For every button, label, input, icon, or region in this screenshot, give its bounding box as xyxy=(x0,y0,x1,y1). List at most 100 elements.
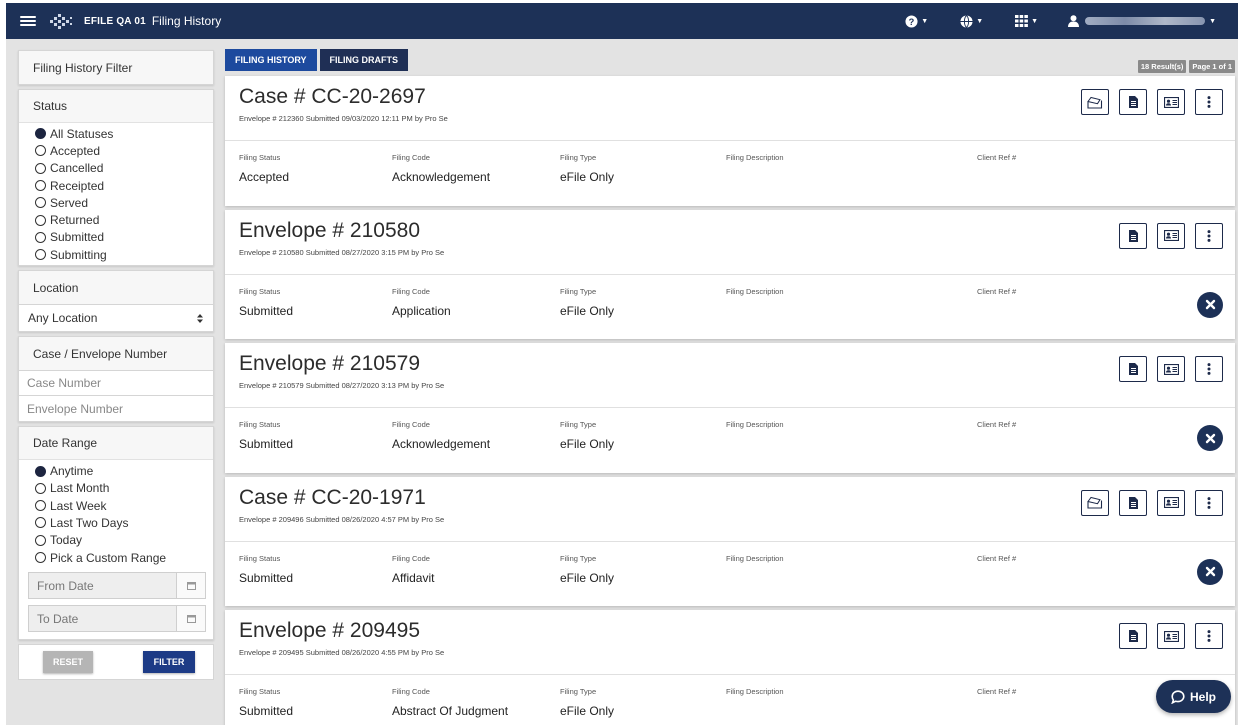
filing-type-field: Filing Type eFile Only xyxy=(560,287,614,318)
filing-title[interactable]: Envelope # 209495 xyxy=(239,619,1235,643)
radio-button[interactable] xyxy=(35,552,46,563)
field-label: Filing Code xyxy=(392,687,430,696)
reset-button[interactable]: RESET xyxy=(43,651,93,674)
more-actions-button[interactable] xyxy=(1195,623,1223,649)
results-summary: 18 Result(s) Page 1 of 1 xyxy=(1137,60,1235,73)
filing-card: Case # CC-20-1971 Envelope # 209496 Submi… xyxy=(225,476,1235,606)
location-select[interactable]: Any Location xyxy=(19,304,213,331)
date-range-option[interactable]: Pick a Custom Range xyxy=(35,549,213,566)
date-range-option[interactable]: Last Month xyxy=(35,480,213,497)
date-range-filter-panel: Date Range Anytime Last Month Last Week Las… xyxy=(18,426,214,641)
to-date-calendar-button[interactable] xyxy=(177,605,206,633)
from-date-calendar-button[interactable] xyxy=(177,572,206,600)
cancel-filing-button[interactable] xyxy=(1197,291,1223,318)
grid-icon xyxy=(1015,15,1029,27)
status-option[interactable]: All Statuses xyxy=(35,125,213,142)
view-case-button[interactable] xyxy=(1081,489,1109,516)
radio-button[interactable] xyxy=(35,534,46,546)
from-date-picker: From Date xyxy=(28,572,206,600)
radio-button[interactable] xyxy=(35,128,46,140)
view-documents-button[interactable] xyxy=(1119,489,1147,516)
user-menu-button[interactable]: ▼ xyxy=(1068,15,1216,27)
radio-button[interactable] xyxy=(35,145,46,157)
tab-filing-history[interactable]: FILING HISTORY xyxy=(225,49,317,71)
radio-button[interactable] xyxy=(35,500,46,512)
from-date-input[interactable]: From Date xyxy=(28,572,177,600)
filing-actions xyxy=(1119,623,1223,649)
radio-button[interactable] xyxy=(35,197,46,209)
field-value: Submitted xyxy=(239,303,294,318)
status-option[interactable]: Accepted xyxy=(35,142,213,159)
radio-button[interactable] xyxy=(35,162,46,174)
help-menu-button[interactable]: ? ▼ xyxy=(903,3,930,39)
view-contacts-button[interactable] xyxy=(1157,489,1185,516)
date-range-option[interactable]: Anytime xyxy=(35,462,213,479)
date-range-option[interactable]: Last Week xyxy=(35,497,213,514)
filing-client-ref-field: Client Ref # xyxy=(977,420,1016,437)
field-value: eFile Only xyxy=(560,303,615,318)
radio-button[interactable] xyxy=(35,517,46,529)
radio-button[interactable] xyxy=(35,465,46,477)
case-number-input[interactable]: Case Number xyxy=(18,370,214,397)
radio-button[interactable] xyxy=(35,482,46,494)
more-actions-button[interactable] xyxy=(1195,89,1223,115)
filing-title[interactable]: Envelope # 210579 xyxy=(239,352,1235,376)
status-option[interactable]: Receipted xyxy=(35,177,213,194)
filing-status-field: Filing Status Submitted xyxy=(239,554,293,585)
tab-filing-drafts[interactable]: FILING DRAFTS xyxy=(319,49,409,71)
question-circle-icon: ? xyxy=(905,14,918,28)
field-value: Abstract Of Judgment xyxy=(392,704,509,718)
field-value: Application xyxy=(392,303,451,318)
view-contacts-button[interactable] xyxy=(1157,222,1185,249)
field-label: Filing Code xyxy=(392,420,430,429)
radio-button[interactable] xyxy=(35,180,46,192)
filing-list: Case # CC-20-2697 Envelope # 212360 Submi… xyxy=(225,76,1235,725)
filing-card: Envelope # 210580 Envelope # 210580 Submi… xyxy=(225,209,1235,339)
hamburger-menu-icon[interactable] xyxy=(20,16,36,26)
filing-title[interactable]: Envelope # 210580 xyxy=(239,219,1235,243)
field-label: Filing Description xyxy=(726,553,784,563)
field-value: eFile Only xyxy=(560,704,615,718)
cancel-filing-button[interactable] xyxy=(1197,425,1223,451)
status-option[interactable]: Submitting xyxy=(35,246,213,263)
apps-menu-button[interactable]: ▼ xyxy=(1013,3,1040,39)
more-vertical-icon xyxy=(1207,229,1211,242)
view-contacts-button[interactable] xyxy=(1157,89,1185,115)
date-range-option[interactable]: Today xyxy=(35,532,213,549)
view-case-button[interactable] xyxy=(1081,89,1109,115)
view-documents-button[interactable] xyxy=(1119,222,1147,249)
view-contacts-button[interactable] xyxy=(1157,356,1185,382)
more-actions-button[interactable] xyxy=(1195,489,1223,516)
status-option[interactable]: Cancelled xyxy=(35,160,213,177)
filter-title-panel: Filing History Filter xyxy=(18,50,214,85)
more-actions-button[interactable] xyxy=(1195,356,1223,382)
document-icon xyxy=(1128,496,1138,509)
to-date-input[interactable]: To Date xyxy=(28,605,177,633)
globe-icon xyxy=(960,14,973,28)
radio-button[interactable] xyxy=(35,214,46,226)
filing-details: Filing Status Submitted Filing Code Abstrac… xyxy=(225,675,1235,725)
chevron-down-icon: ▼ xyxy=(976,17,984,25)
more-actions-button[interactable] xyxy=(1195,222,1223,249)
help-button[interactable]: Help xyxy=(1156,680,1231,713)
filing-code-field: Filing Code Affidavit xyxy=(392,554,434,585)
field-label: Filing Description xyxy=(726,420,784,429)
view-documents-button[interactable] xyxy=(1119,356,1147,382)
status-option[interactable]: Returned xyxy=(35,211,213,228)
filter-button[interactable]: FILTER xyxy=(143,651,195,674)
view-contacts-button[interactable] xyxy=(1157,623,1185,649)
envelope-number-input[interactable]: Envelope Number xyxy=(18,396,214,423)
status-option-label: Receipted xyxy=(50,178,105,193)
filing-card: Case # CC-20-2697 Envelope # 212360 Submi… xyxy=(225,76,1235,206)
status-option[interactable]: Served xyxy=(35,194,213,211)
date-range-option[interactable]: Last Two Days xyxy=(35,514,213,531)
radio-button[interactable] xyxy=(35,249,46,261)
radio-button[interactable] xyxy=(35,231,46,243)
status-option-label: Accepted xyxy=(50,143,101,158)
field-value: eFile Only xyxy=(560,437,615,451)
status-option[interactable]: Submitted xyxy=(35,229,213,246)
cancel-filing-button[interactable] xyxy=(1197,558,1223,585)
view-documents-button[interactable] xyxy=(1119,623,1147,649)
view-documents-button[interactable] xyxy=(1119,89,1147,115)
language-menu-button[interactable]: ▼ xyxy=(958,3,985,39)
